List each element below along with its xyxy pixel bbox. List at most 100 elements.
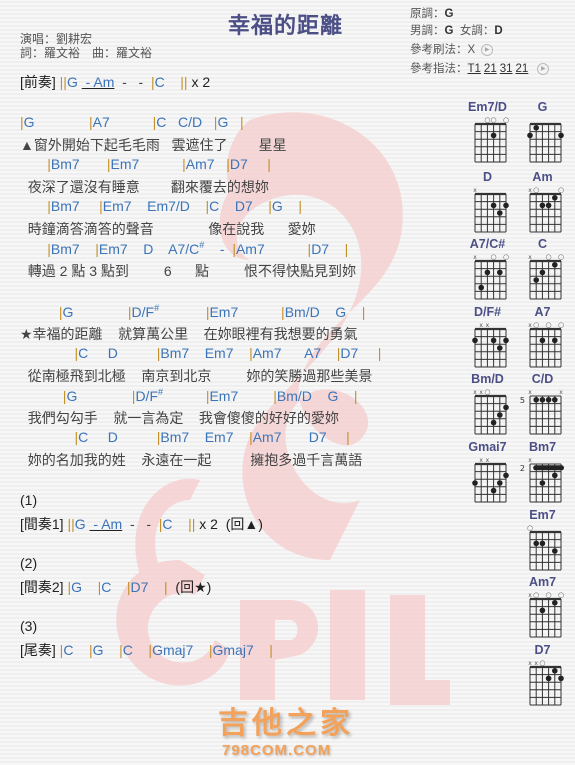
finger-dot	[496, 480, 503, 486]
chord: D7	[340, 345, 359, 361]
bar-line: ||	[67, 516, 75, 532]
strum-pattern: X	[467, 44, 476, 56]
chord: Bm7	[160, 429, 190, 445]
chord-diagram-d-f-: D/F# x x	[460, 305, 515, 369]
chord: C	[101, 579, 112, 595]
chord: Em7	[204, 429, 234, 445]
chord-line: |C D |Bm7 Em7 |Am7 A7 |D7 |	[20, 345, 381, 361]
open-string-mark: ○	[557, 253, 563, 261]
finger-dot	[551, 195, 558, 201]
open-string-mark: ○	[557, 321, 563, 329]
chord: C	[63, 642, 74, 658]
chord: A7	[92, 114, 110, 130]
section-number: (3)	[20, 618, 38, 634]
chord: G	[71, 579, 82, 595]
chord: Em7	[98, 241, 128, 257]
finger-dot	[484, 269, 490, 276]
chord: G	[62, 304, 74, 320]
chord-diagram-bm7: Bm7 x 2	[515, 440, 570, 504]
play-strum-icon[interactable]: ▶	[481, 43, 494, 56]
open-string-mark: ○	[484, 116, 490, 124]
chord: Bm7	[50, 156, 80, 172]
finger-dot	[496, 412, 503, 418]
repeat-mark: x 2 (回▲)	[195, 516, 263, 532]
chord: Am7	[252, 345, 282, 361]
section-tag: [尾奏]	[20, 642, 56, 658]
composer: 曲：羅文裕	[92, 46, 153, 60]
finger-dot	[532, 125, 539, 131]
fretboard-grid: ○ ○ ○	[474, 116, 509, 163]
chord-diagram-c: Cx ○ ○	[515, 237, 570, 301]
fret-position-label: 2	[519, 464, 524, 473]
finger-dot	[490, 202, 496, 209]
open-string-mark: ○	[533, 186, 539, 194]
chord: G	[74, 516, 86, 532]
chord-diagram-name: Bm7	[528, 440, 557, 454]
finger-dot	[490, 337, 496, 344]
chord-progression: |G |C |D7 |	[67, 579, 167, 595]
open-string-mark: ○	[533, 591, 539, 599]
original-key-row: 原調：G	[410, 6, 549, 23]
chord-diagram-name: Bm/D	[471, 372, 504, 386]
chord: D7	[229, 156, 248, 172]
chord-diagram-d7: D7 x x ○	[515, 643, 570, 707]
bar-line: |	[346, 429, 350, 445]
open-string-mark: ○	[539, 659, 545, 667]
chord-diagram-name: D7	[534, 643, 551, 657]
logo-chinese: 吉他之家	[218, 707, 354, 740]
chord: G	[66, 74, 78, 90]
bar-line: ||	[180, 74, 188, 90]
finger-dot	[539, 480, 545, 486]
finger-dot	[539, 337, 545, 344]
interlude2-line: [間奏2] |G |C |D7 | (回★)	[20, 577, 211, 597]
chord: C/D	[178, 114, 203, 130]
lyric-line: 我們勾勾手 就一言為定 我會傻傻的好好的愛妳	[20, 410, 339, 426]
chord: Am7	[185, 156, 215, 172]
chord-diagram-em7: Em7 ○	[515, 508, 570, 572]
chord: Gmaj7	[212, 642, 254, 658]
chord: G	[23, 114, 35, 130]
bar-line: |	[240, 114, 244, 130]
finger-dot	[545, 202, 551, 209]
writers: 詞：羅文裕 曲：羅文裕	[20, 46, 152, 60]
chord-diagram-name: G	[537, 100, 548, 114]
fretboard-grid: x2	[519, 457, 564, 503]
pick-pattern-1[interactable]: T1	[468, 63, 481, 75]
finger-dot	[551, 600, 558, 606]
finger-dot	[545, 675, 551, 682]
chord: G	[66, 388, 78, 404]
bar-line: ||	[59, 74, 67, 90]
lyric-line: 時鐘滴答滴答的聲音 像在說我 愛妳	[20, 221, 316, 237]
song-title: 幸福的距離	[228, 13, 344, 38]
bar-line: |	[344, 241, 349, 257]
open-string-mark: ○	[545, 253, 551, 261]
chord-diagram-em7-d: Em7/D ○ ○ ○	[460, 100, 515, 164]
finger-dot	[496, 210, 503, 216]
finger-dot	[532, 277, 539, 283]
finger-dot	[551, 472, 558, 479]
finger-dot	[539, 269, 545, 276]
bar-line: |	[269, 642, 273, 658]
finger-dot	[502, 472, 509, 479]
pick-pattern-3[interactable]: 31	[500, 63, 513, 75]
pick-pattern-4[interactable]: 21	[516, 63, 529, 75]
chord-diagram-name: C	[537, 237, 548, 251]
chord: Em7	[102, 198, 132, 214]
play-pick-icon[interactable]: ▶	[537, 62, 550, 75]
finger-dot	[496, 345, 503, 351]
bar-line: |	[267, 156, 271, 172]
fretboard-grid: x ○ ○ ○	[528, 321, 564, 368]
strum-row: 參考刷法：X ▶	[410, 42, 549, 59]
chord: Bm/D	[276, 388, 312, 404]
bar-line: |	[127, 304, 132, 320]
lyric-line: 妳的名加我的姓 永遠在一起 擁抱多過千言萬語	[20, 452, 363, 468]
chord-diagram-name: Am7	[528, 575, 557, 589]
section-tag: [間奏2]	[20, 579, 64, 595]
section-tag: [間奏1]	[20, 516, 64, 532]
open-string-mark: ○	[526, 524, 532, 532]
chord-diagram-name: D/F#	[473, 305, 502, 319]
pick-label: 參考指法：	[410, 63, 468, 75]
finger-dot	[490, 132, 496, 139]
pick-pattern-2[interactable]: 21	[484, 63, 497, 75]
chord: D	[143, 241, 154, 257]
